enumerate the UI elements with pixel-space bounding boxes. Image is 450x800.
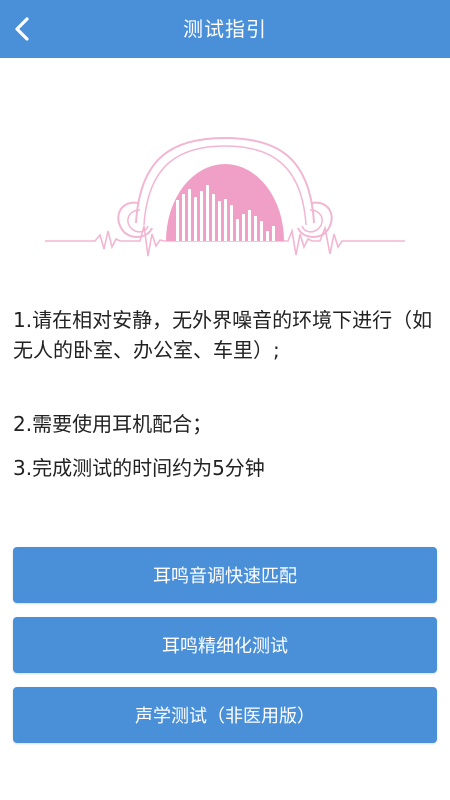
top-bar: 测试指引 xyxy=(0,0,450,58)
acoustic-test-button[interactable]: 声学测试（非医用版） xyxy=(13,687,437,743)
test-guide-screen: 测试指引 1.请在相对安静，无外界噪音的环境下进行（如无人的卧室、办公室、车里）… xyxy=(0,0,450,800)
instruction-item-2: 2.需要使用耳机配合； xyxy=(13,412,213,436)
instruction-item-3: 3.完成测试的时间约为5分钟 xyxy=(13,456,265,480)
instructions-list: 1.请在相对安静，无外界噪音的环境下进行（如无人的卧室、办公室、车里）; 2.需… xyxy=(13,305,438,483)
instruction-item-1: 1.请在相对安静，无外界噪音的环境下进行（如无人的卧室、办公室、车里）; xyxy=(13,308,433,362)
tinnitus-pitch-quick-match-button[interactable]: 耳鸣音调快速匹配 xyxy=(13,547,437,603)
page-title: 测试指引 xyxy=(183,17,267,41)
headphones-soundwave-illustration xyxy=(45,136,405,257)
tinnitus-detailed-test-button[interactable]: 耳鸣精细化测试 xyxy=(13,617,437,673)
